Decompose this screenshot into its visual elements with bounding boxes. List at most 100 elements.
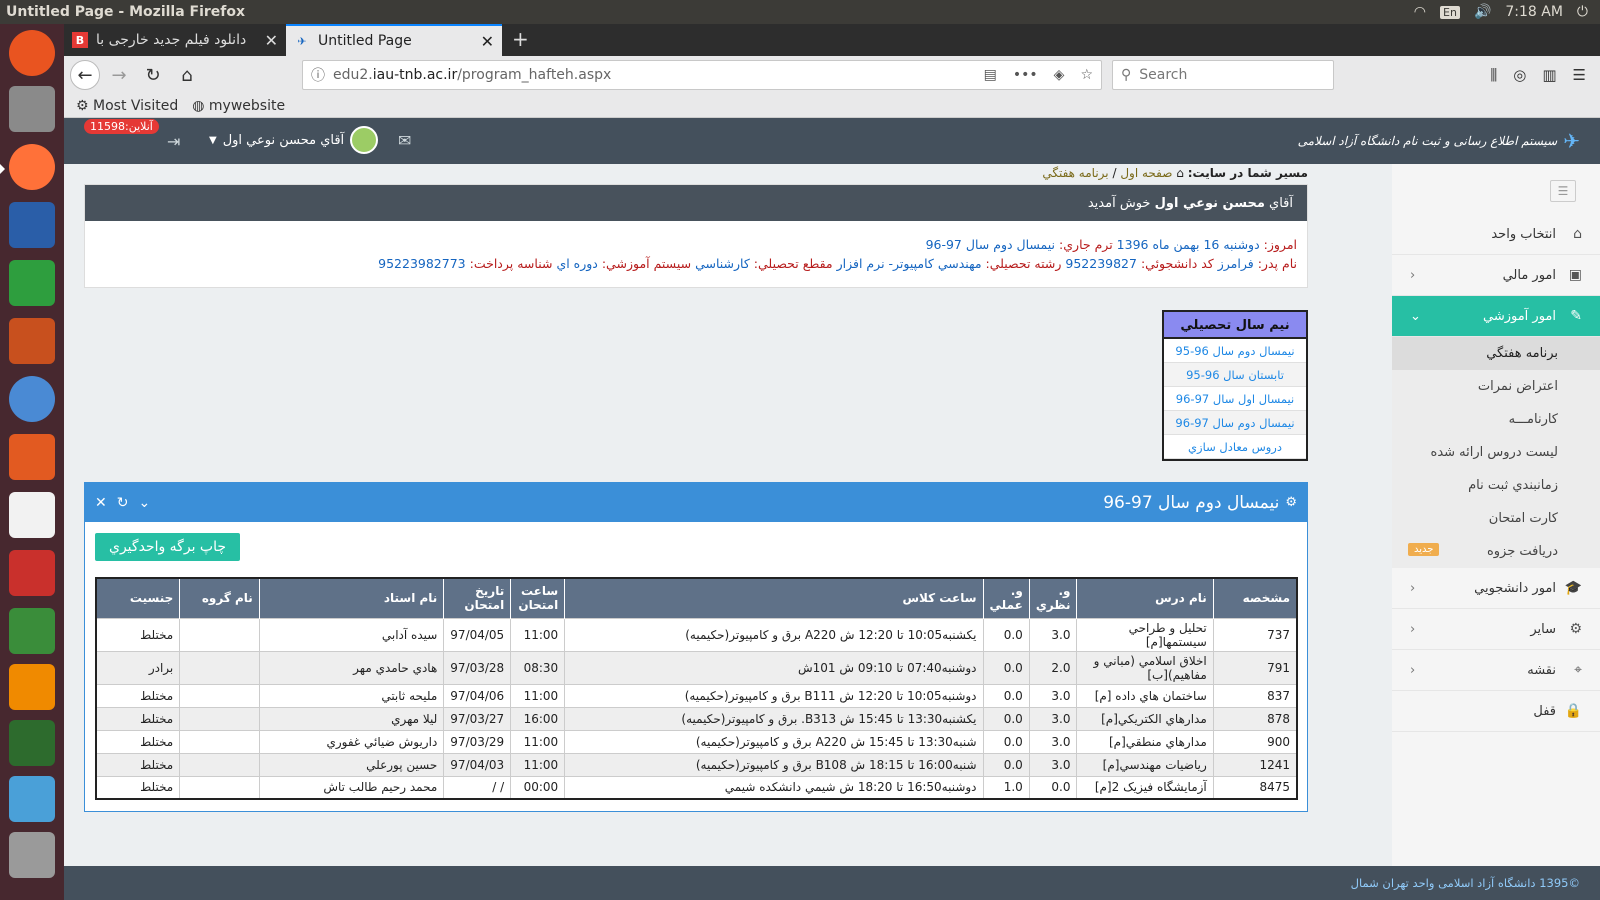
graduation-icon: 🎓 bbox=[1564, 580, 1582, 596]
disk-icon[interactable] bbox=[9, 832, 55, 878]
reload-button[interactable]: ↻ bbox=[138, 60, 168, 90]
submenu-weekly-schedule[interactable]: برنامه هفتگي bbox=[1392, 337, 1600, 370]
back-button[interactable]: ← bbox=[70, 60, 100, 90]
semester-link[interactable]: دروس معادل سازي bbox=[1164, 435, 1306, 459]
bookmark-star-icon[interactable]: ☆ bbox=[1080, 67, 1093, 83]
calc-icon[interactable] bbox=[9, 260, 55, 306]
settings-tool-icon[interactable] bbox=[9, 550, 55, 596]
writer-icon[interactable] bbox=[9, 202, 55, 248]
column-header: نام استاد bbox=[258, 578, 444, 618]
sync-icon[interactable]: ◎ bbox=[1513, 66, 1526, 84]
close-tab-icon[interactable]: ✕ bbox=[481, 32, 494, 51]
main-content: مسیر شما در سایت: ⌂ صفحه اول / برنامه هف… bbox=[84, 164, 1308, 864]
table-cell: 3.0 bbox=[1028, 729, 1078, 754]
wifi-icon[interactable]: ◠ bbox=[1414, 4, 1426, 20]
bookmark-most-visited[interactable]: ⚙ Most Visited bbox=[76, 98, 178, 114]
submenu-transcript[interactable]: کارنامـــه bbox=[1392, 403, 1600, 436]
table-row: 791 اخلاق اسلامي (مباني و مفاهيم)[ب] 2.0 0.… bbox=[95, 650, 1298, 685]
submenu-grade-objection[interactable]: اعتراض نمرات bbox=[1392, 370, 1600, 403]
power-icon[interactable]: ⏻ bbox=[1577, 4, 1588, 20]
user-menu[interactable]: آقاي محسن نوعي اول ▼ bbox=[209, 126, 379, 154]
semester-link[interactable]: تابستان سال 96-95 bbox=[1164, 363, 1306, 387]
keyboard-language[interactable]: En bbox=[1440, 5, 1460, 19]
tab-untitled-page[interactable]: ✈ Untitled Page ✕ bbox=[286, 24, 502, 56]
breadcrumb-home[interactable]: صفحه اول bbox=[1120, 166, 1172, 180]
ubuntu-dash-icon[interactable] bbox=[9, 30, 55, 76]
sidebar-item-unit-selection[interactable]: ⌂ انتخاب واحد bbox=[1392, 214, 1600, 255]
impress-icon[interactable] bbox=[9, 318, 55, 364]
semester-link[interactable]: نيمسال اول سال 97-96 bbox=[1164, 387, 1306, 411]
table-cell: مختلط bbox=[95, 775, 181, 800]
pocket-icon[interactable]: ◈ bbox=[1054, 67, 1065, 83]
menu-icon[interactable]: ☰ bbox=[1573, 66, 1586, 84]
column-header: و. نظري bbox=[1028, 578, 1077, 618]
amazon-icon[interactable] bbox=[9, 492, 55, 538]
chevron-left-icon: ‹ bbox=[1410, 580, 1416, 596]
site-header: ✈ سیستم اطلاع رسانی و ثبت نام دانشگاه آز… bbox=[64, 118, 1600, 164]
lock-icon: 🔒 bbox=[1564, 703, 1582, 719]
submenu-get-booklet[interactable]: دریافت جزوه جديد bbox=[1392, 535, 1600, 568]
table-cell: 0.0 bbox=[982, 729, 1030, 754]
library-icon[interactable]: ⫼ bbox=[1490, 66, 1497, 84]
info-icon[interactable]: ⓘ bbox=[311, 65, 325, 85]
table-row: 1241 رياضيات مهندسي[م] 3.0 0.0 شنبه16:00 تا … bbox=[95, 752, 1298, 777]
clock[interactable]: 7:18 AM bbox=[1505, 4, 1563, 20]
mail-icon[interactable]: ✉ bbox=[398, 131, 411, 150]
iau-favicon-icon: ✈ bbox=[297, 34, 307, 48]
table-cell bbox=[179, 729, 260, 754]
sidebar-item-lock[interactable]: 🔒 قفل bbox=[1392, 691, 1600, 732]
table-cell bbox=[179, 683, 260, 708]
reader-view-icon[interactable]: ▤ bbox=[984, 67, 997, 83]
table-row: 878 مدارهاي الکتريکي[م] 3.0 0.0 يکشنبه13:30 … bbox=[95, 706, 1298, 731]
table-cell: سيده آدابي bbox=[258, 617, 445, 652]
table-cell: داريوش ضيائي غفوري bbox=[258, 729, 445, 754]
firefox-icon[interactable] bbox=[9, 144, 55, 190]
globe-icon: ◍ bbox=[192, 97, 205, 114]
vlc-icon[interactable] bbox=[9, 664, 55, 710]
home-button[interactable]: ⌂ bbox=[172, 60, 202, 90]
refresh-icon[interactable]: ↻ bbox=[117, 495, 129, 511]
app-icon[interactable] bbox=[9, 776, 55, 822]
sidebar-item-map[interactable]: ⌖ نقشه ‹ bbox=[1392, 650, 1600, 691]
page-actions-icon[interactable]: ••• bbox=[1013, 67, 1038, 83]
term-value: نيمسال دوم سال 97-96 bbox=[925, 237, 1056, 252]
logout-icon[interactable]: ⇥ bbox=[167, 132, 180, 151]
files-icon[interactable] bbox=[9, 86, 55, 132]
breadcrumb-current[interactable]: برنامه هفتگي bbox=[1042, 166, 1108, 180]
qbittorrent-icon[interactable] bbox=[9, 376, 55, 422]
sidebar-item-education[interactable]: ✎ امور آموزشي ⌄ bbox=[1392, 296, 1600, 337]
semester-title: نيم سال تحصيلي bbox=[1164, 312, 1306, 339]
welcome-box: آقاي محسن نوعي اول خوش آمديد امروز: دوشن… bbox=[84, 184, 1308, 288]
software-center-icon[interactable] bbox=[9, 434, 55, 480]
submenu-registration-schedule[interactable]: زمانبندي ثبت نام bbox=[1392, 469, 1600, 502]
semester-link[interactable]: نيمسال دوم سال 97-96 bbox=[1164, 411, 1306, 435]
sidebar-item-finance[interactable]: ▣ امور مالي ‹ bbox=[1392, 255, 1600, 296]
volume-icon[interactable]: 🔊 bbox=[1474, 4, 1491, 20]
forward-button[interactable]: → bbox=[104, 60, 134, 90]
table-cell: / / bbox=[443, 775, 512, 800]
column-header: جنسيت bbox=[95, 578, 180, 618]
sidebar-item-other[interactable]: ⚙ ساير ‹ bbox=[1392, 609, 1600, 650]
student-id: 952239827 bbox=[1065, 256, 1137, 271]
table-row: 900 مدارهاي منطقي[م] 3.0 0.0 شنبه13:30 تا 15… bbox=[95, 729, 1298, 754]
table-row: 837 ساختمان هاي داده [م] 3.0 0.0 دوشنبه10:05… bbox=[95, 683, 1298, 708]
sidebar-item-student-affairs[interactable]: 🎓 امور دانشجويي ‹ bbox=[1392, 568, 1600, 609]
url-bar[interactable]: ⓘ edu2. iau-tnb.ac.ir/program_hafteh.aspx… bbox=[302, 60, 1102, 90]
bookmark-mywebsite[interactable]: ◍ mywebsite bbox=[192, 98, 285, 114]
new-tab-button[interactable]: + bbox=[502, 24, 539, 56]
submenu-exam-card[interactable]: کارت امتحان bbox=[1392, 502, 1600, 535]
sidebar-toggle-button[interactable]: ☰ bbox=[1550, 180, 1576, 202]
table-cell: 0.0 bbox=[982, 706, 1030, 731]
blocks-icon[interactable] bbox=[9, 608, 55, 654]
sidebar-icon[interactable]: ▥ bbox=[1542, 66, 1556, 84]
semester-link[interactable]: نيمسال دوم سال 96-95 bbox=[1164, 339, 1306, 363]
chevron-down-icon[interactable]: ⌄ bbox=[138, 495, 150, 511]
search-box[interactable]: ⚲ Search bbox=[1112, 60, 1334, 90]
submenu-offered-courses[interactable]: ليست دروس ارائه شده bbox=[1392, 436, 1600, 469]
close-tab-icon[interactable]: ✕ bbox=[265, 31, 278, 50]
video-icon[interactable] bbox=[9, 720, 55, 766]
site-logo: ✈ سیستم اطلاع رسانی و ثبت نام دانشگاه آز… bbox=[1298, 129, 1600, 153]
close-icon[interactable]: ✕ bbox=[95, 495, 107, 511]
tab-film[interactable]: B دانلود فیلم جدید خارجی با ✕ bbox=[64, 24, 286, 56]
print-registration-button[interactable]: چاپ برگه واحدگيري bbox=[95, 533, 241, 561]
